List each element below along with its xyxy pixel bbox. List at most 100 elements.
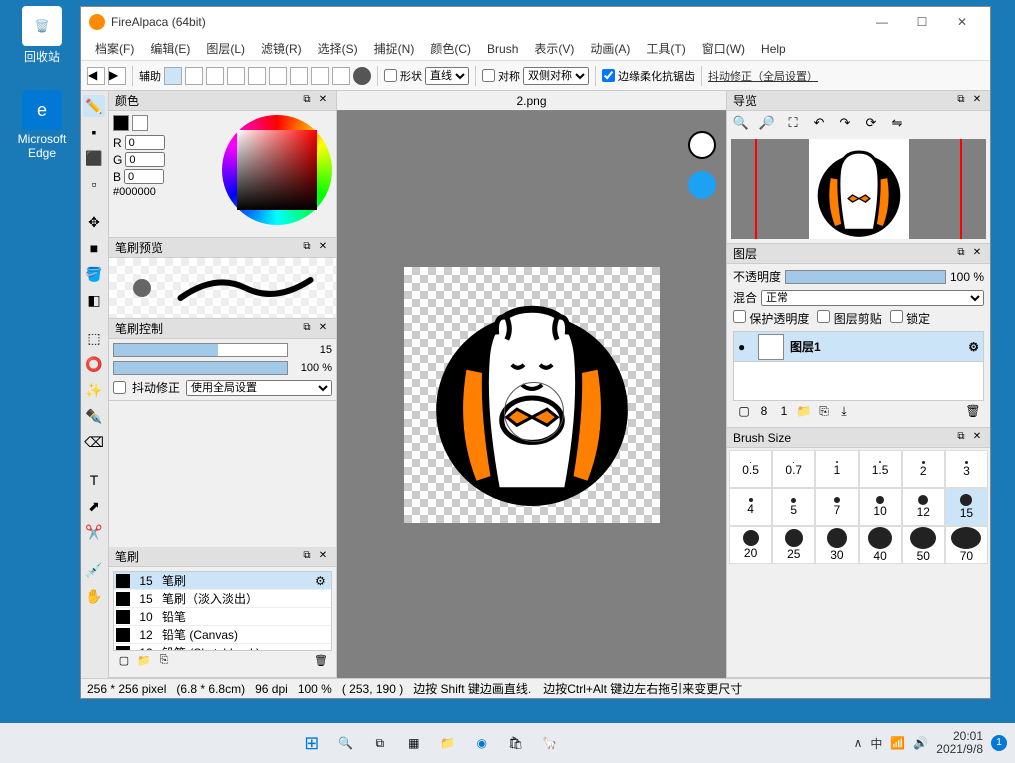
assist-parallel-button[interactable] [185,67,203,85]
color-close-button[interactable]: ✕ [316,94,330,108]
brush-size-cell[interactable]: 12 [902,488,945,526]
g-input[interactable] [125,152,165,167]
menu-tool[interactable]: 工具(T) [638,38,693,59]
assist-crosshatch-button[interactable] [227,67,245,85]
select-eraser-tool[interactable]: ⌫ [83,431,105,453]
brush-control-undock-button[interactable]: ⧉ [300,322,314,336]
assist-grid-button[interactable] [206,67,224,85]
select-pen-tool[interactable]: ✒️ [83,405,105,427]
layer-gear-icon[interactable]: ⚙ [968,340,979,354]
symmetry-select[interactable]: 双侧对称 [523,67,589,85]
edge-smooth-checkbox[interactable] [602,69,615,82]
nav-undock-button[interactable]: ⧉ [954,94,968,108]
brush-add-button[interactable]: ▢ [116,654,132,670]
maximize-button[interactable]: ☐ [902,8,942,36]
zoom-out-button[interactable]: 🔎 [757,115,777,135]
layer-folder-button[interactable]: 📁 [796,404,812,420]
hand-tool[interactable]: ✋ [83,585,105,607]
brush-size-cell[interactable]: 70 [945,526,988,564]
layer-delete-button[interactable]: 🗑 [965,404,981,420]
brush-list-item[interactable]: 12铅笔 (Canvas) [114,626,331,644]
layer-visibility-icon[interactable]: ● [738,340,752,354]
pixiv-badge-icon[interactable] [688,171,716,199]
brush-size-cell[interactable]: 5 [772,488,815,526]
dot-eraser-tool[interactable]: ▫ [83,173,105,195]
lasso-tool[interactable]: ⭕ [83,353,105,375]
clipping-checkbox[interactable] [817,310,830,323]
brush-list-item[interactable]: 10铅笔 [114,608,331,626]
menu-file[interactable]: 档案(F) [87,38,142,59]
brush-size-cell[interactable]: 0.5 [729,450,772,488]
edge-shortcut[interactable]: e Microsoft Edge [12,90,72,160]
r-input[interactable] [125,135,165,150]
menu-view[interactable]: 表示(V) [526,38,582,59]
symmetry-checkbox[interactable] [482,69,495,82]
nav-back-button[interactable]: ◀ [87,67,105,85]
layers-undock-button[interactable]: ⧉ [954,247,968,261]
brush-list-item[interactable]: 15笔刷（淡入淡出） [114,590,331,608]
brush-size-cell[interactable]: 3 [945,450,988,488]
taskview-button[interactable]: ⧉ [366,729,394,757]
search-button[interactable]: 🔍 [332,729,360,757]
protect-alpha-checkbox[interactable] [733,310,746,323]
menu-animation[interactable]: 动画(A) [582,38,638,59]
flip-button[interactable]: ⇋ [887,115,907,135]
canvas-viewport[interactable] [337,111,726,678]
brush-duplicate-button[interactable]: ⎘ [156,654,172,670]
edge-taskbar-button[interactable]: ◉ [468,729,496,757]
nav-forward-button[interactable]: ▶ [108,67,126,85]
wand-tool[interactable]: ✨ [83,379,105,401]
brushsize-undock-button[interactable]: ⧉ [954,431,968,445]
gradient-tool[interactable]: ◧ [83,289,105,311]
menu-edit[interactable]: 编辑(E) [142,38,198,59]
color-undock-button[interactable]: ⧉ [300,94,314,108]
lock-checkbox[interactable] [890,310,903,323]
rotate-right-button[interactable]: ↷ [835,115,855,135]
brush-folder-button[interactable]: 📁 [136,654,152,670]
move-tool[interactable]: ✥ [83,211,105,233]
layer-add-button[interactable]: ▢ [736,404,752,420]
store-button[interactable]: 🛍 [502,729,530,757]
brush-size-cell[interactable]: 1 [815,450,858,488]
foreground-color[interactable] [113,115,129,131]
jitter-link[interactable]: 抖动修正（全局设置） [708,68,818,84]
layer-add1-button[interactable]: 1 [776,404,792,420]
assist-ellipse-button[interactable] [332,67,350,85]
brush-size-cell[interactable]: 1.5 [859,450,902,488]
menu-filter[interactable]: 滤镜(R) [253,38,310,59]
volume-icon[interactable]: 🔊 [913,736,928,750]
layer-mergedown-button[interactable]: ⤓ [836,404,852,420]
brush-list-item[interactable]: 15笔刷⚙ [114,572,331,590]
brush-size-cell[interactable]: 2 [902,450,945,488]
dot-tool[interactable]: ▪ [83,121,105,143]
menu-select[interactable]: 选择(S) [310,38,366,59]
layer-opacity-slider[interactable] [785,270,946,284]
brushsize-close-button[interactable]: ✕ [970,431,984,445]
menu-brush[interactable]: Brush [479,40,526,58]
close-button[interactable]: ✕ [942,8,982,36]
zoom-in-button[interactable]: 🔍 [731,115,751,135]
blend-select[interactable]: 正常 [761,290,984,306]
canvas-document[interactable] [404,267,660,523]
ime-indicator[interactable]: 中 [870,735,882,752]
explorer-button[interactable]: 📁 [434,729,462,757]
menu-capture[interactable]: 捕捉(N) [366,38,423,59]
layer-row[interactable]: ● 图层1 ⚙ [734,332,983,362]
tray-expand-icon[interactable]: ∧ [854,736,863,750]
brush-opacity-slider[interactable] [113,361,288,375]
jitter-correction-checkbox[interactable] [113,381,126,394]
brush-control-close-button[interactable]: ✕ [316,322,330,336]
select-rect-tool[interactable]: ⬚ [83,327,105,349]
bucket-tool[interactable]: 🪣 [83,263,105,285]
text-tool[interactable]: T [83,469,105,491]
canvas-tab[interactable]: 2.png [337,91,726,111]
nav-close-button[interactable]: ✕ [970,94,984,108]
assist-curve-button[interactable] [311,67,329,85]
menu-color[interactable]: 颜色(C) [422,38,479,59]
layer-duplicate-button[interactable]: ⎘ [816,404,832,420]
brush-size-cell[interactable]: 7 [815,488,858,526]
recycle-bin[interactable]: 🗑️ 回收站 [12,6,72,65]
brush-list[interactable]: 15笔刷⚙15笔刷（淡入淡出）10铅笔12铅笔 (Canvas)12铅笔 (Sk… [113,571,332,651]
nav-preview[interactable] [731,139,986,239]
notification-badge[interactable]: 1 [991,735,1007,751]
